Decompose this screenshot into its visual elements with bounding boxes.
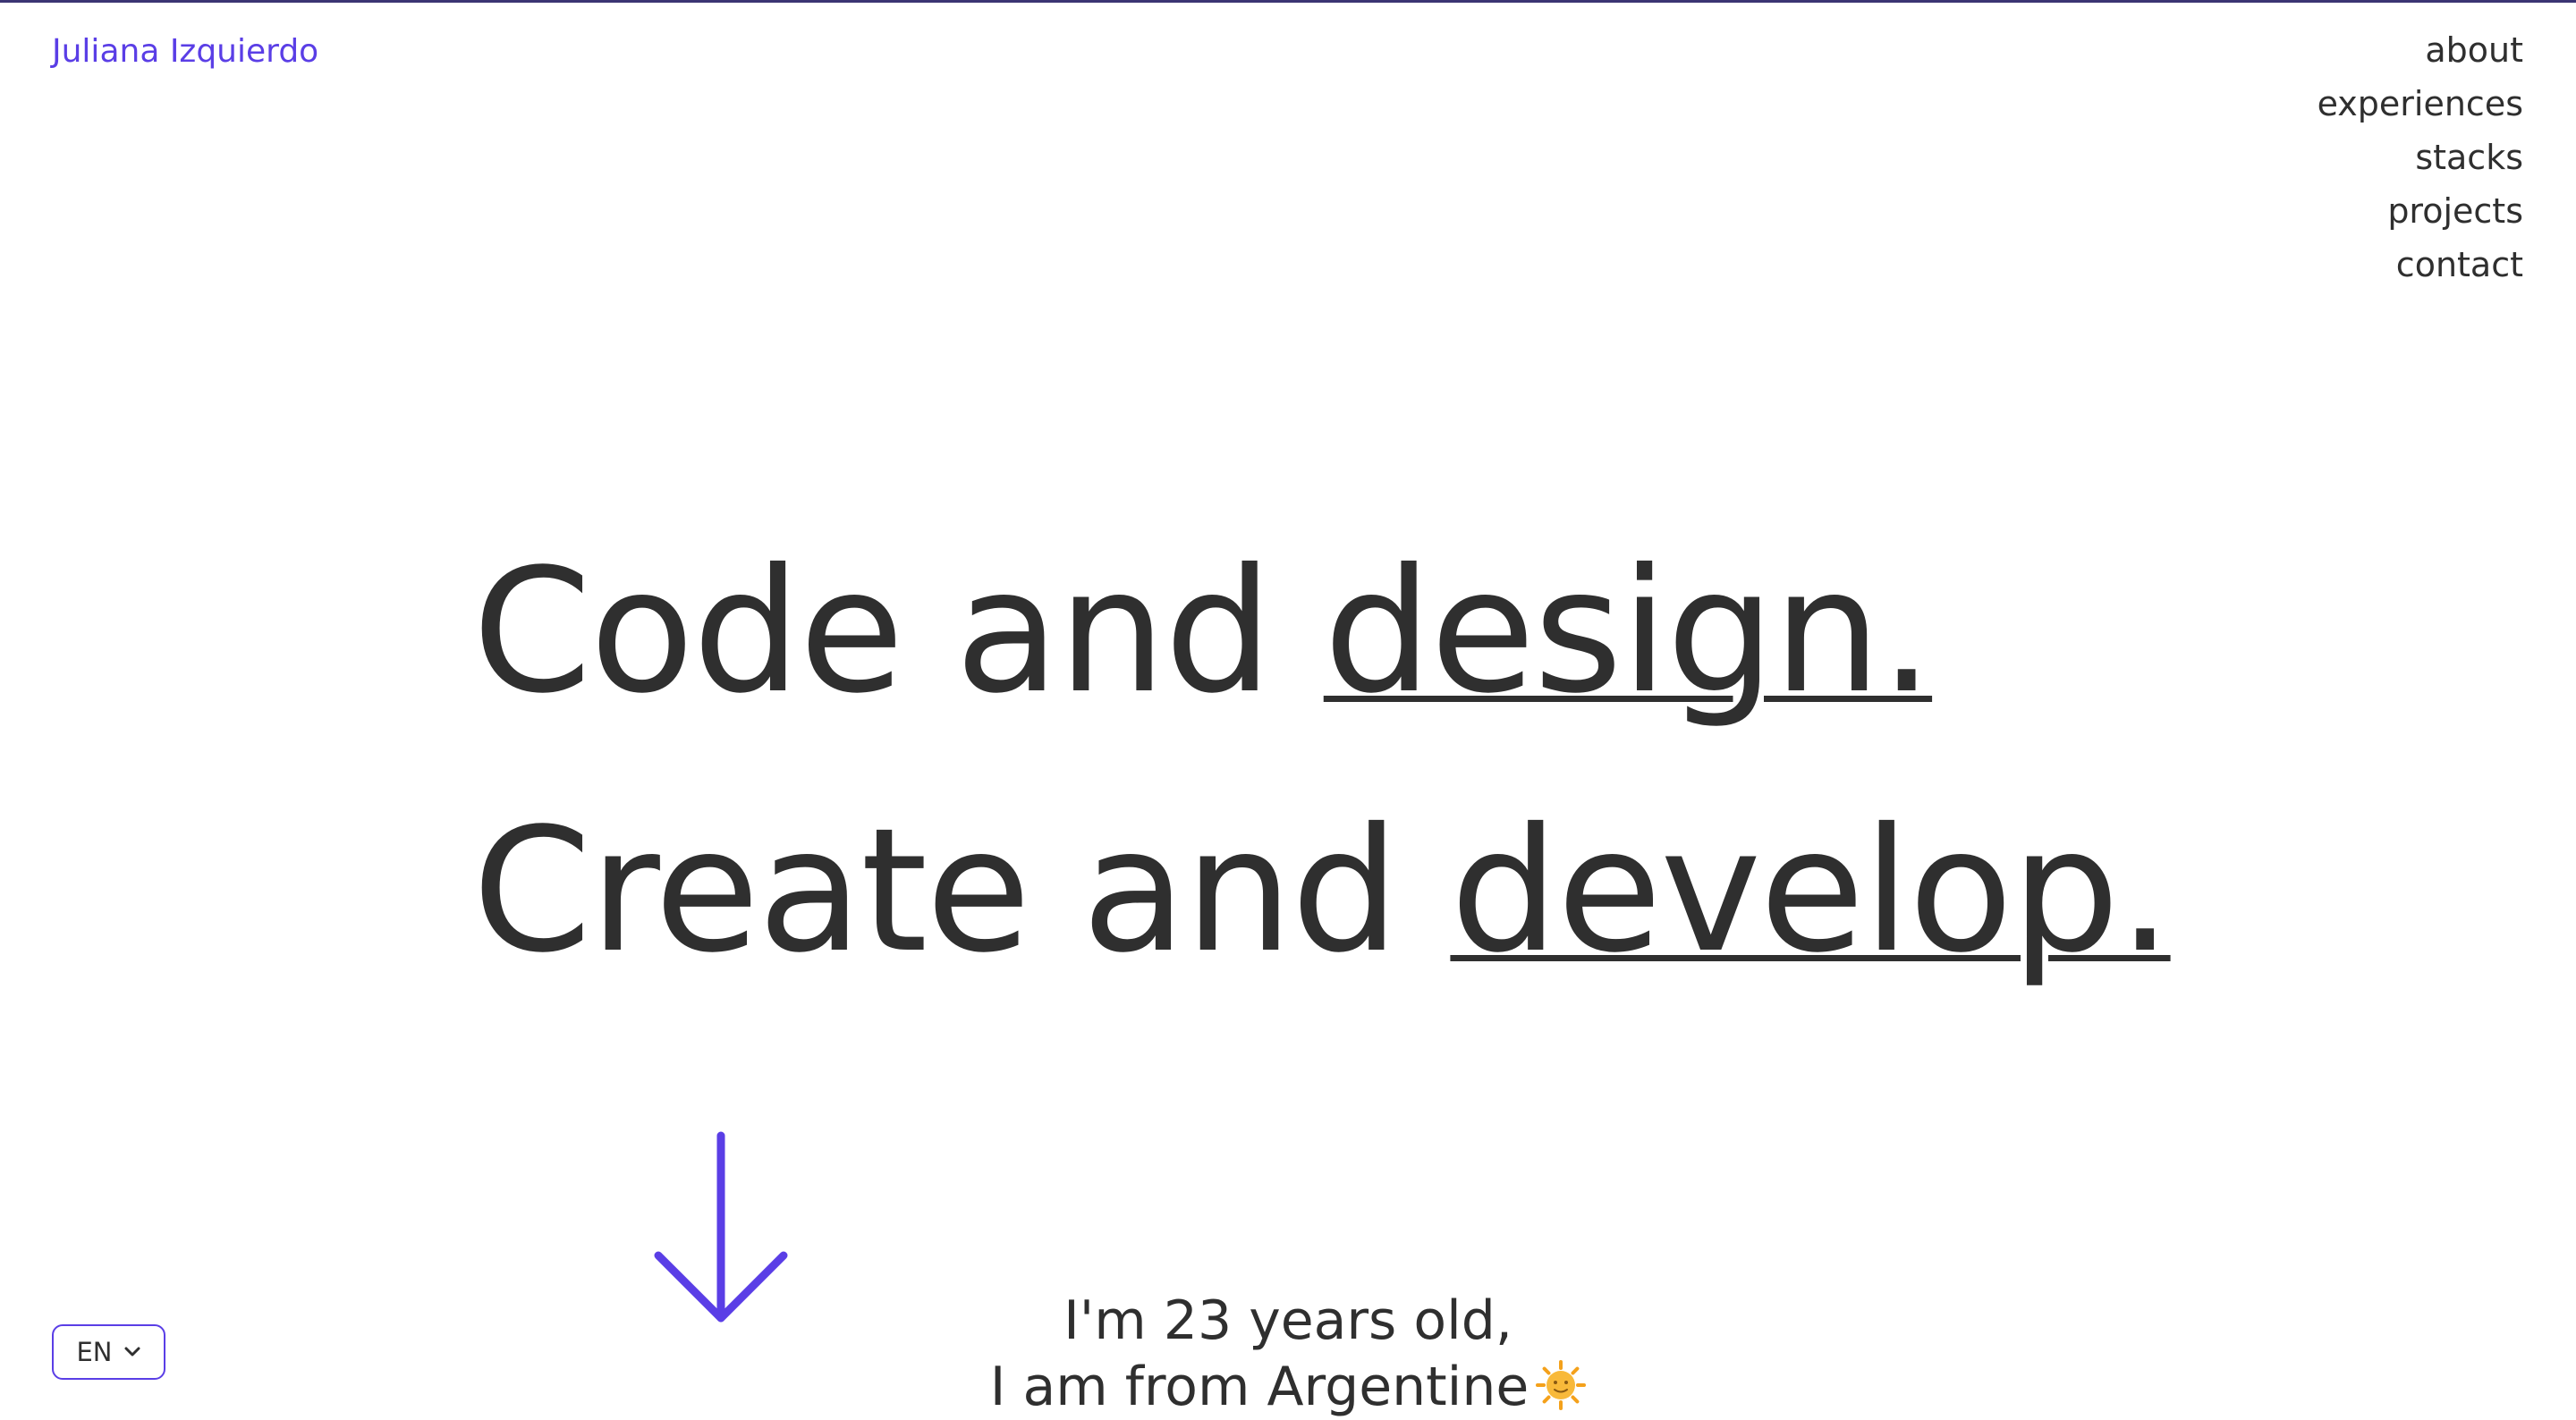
arrow-down-icon[interactable]	[653, 1128, 789, 1329]
language-selected: EN	[76, 1337, 113, 1367]
nav-item-experiences[interactable]: experiences	[2318, 77, 2523, 131]
language-selector[interactable]: EN	[52, 1324, 165, 1380]
page: Juliana Izquierdo about experiences stac…	[0, 0, 2576, 1420]
nav-item-contact[interactable]: contact	[2318, 238, 2523, 292]
sun-icon	[1536, 1360, 1587, 1410]
hero-heading: Code and design. Create and develop.	[472, 503, 2173, 1021]
intro-line-1: I'm 23 years old,	[1063, 1289, 1513, 1352]
nav-item-about[interactable]: about	[2318, 23, 2523, 77]
intro-line-2: I am from Argentine	[989, 1356, 1530, 1418]
nav-item-stacks[interactable]: stacks	[2318, 131, 2523, 184]
intro-text: I'm 23 years old, I am from Argentine	[841, 1288, 1735, 1420]
intro-line-2-wrap: I am from Argentine	[841, 1354, 1735, 1420]
hero-line-2-prefix: Create and	[472, 792, 1451, 991]
brand-link[interactable]: Juliana Izquierdo	[52, 30, 318, 73]
chevron-down-icon	[124, 1347, 140, 1357]
hero-line-2: Create and develop.	[472, 762, 2173, 1021]
hero-line-1-prefix: Code and	[472, 533, 1324, 731]
hero-line-2-emphasis: develop.	[1450, 792, 2172, 991]
hero-line-1: Code and design.	[472, 503, 2171, 762]
top-border	[0, 0, 2576, 3]
hero-line-1-emphasis: design.	[1323, 533, 1934, 731]
nav-item-projects[interactable]: projects	[2318, 184, 2523, 238]
nav-menu: about experiences stacks projects contac…	[2318, 23, 2523, 292]
